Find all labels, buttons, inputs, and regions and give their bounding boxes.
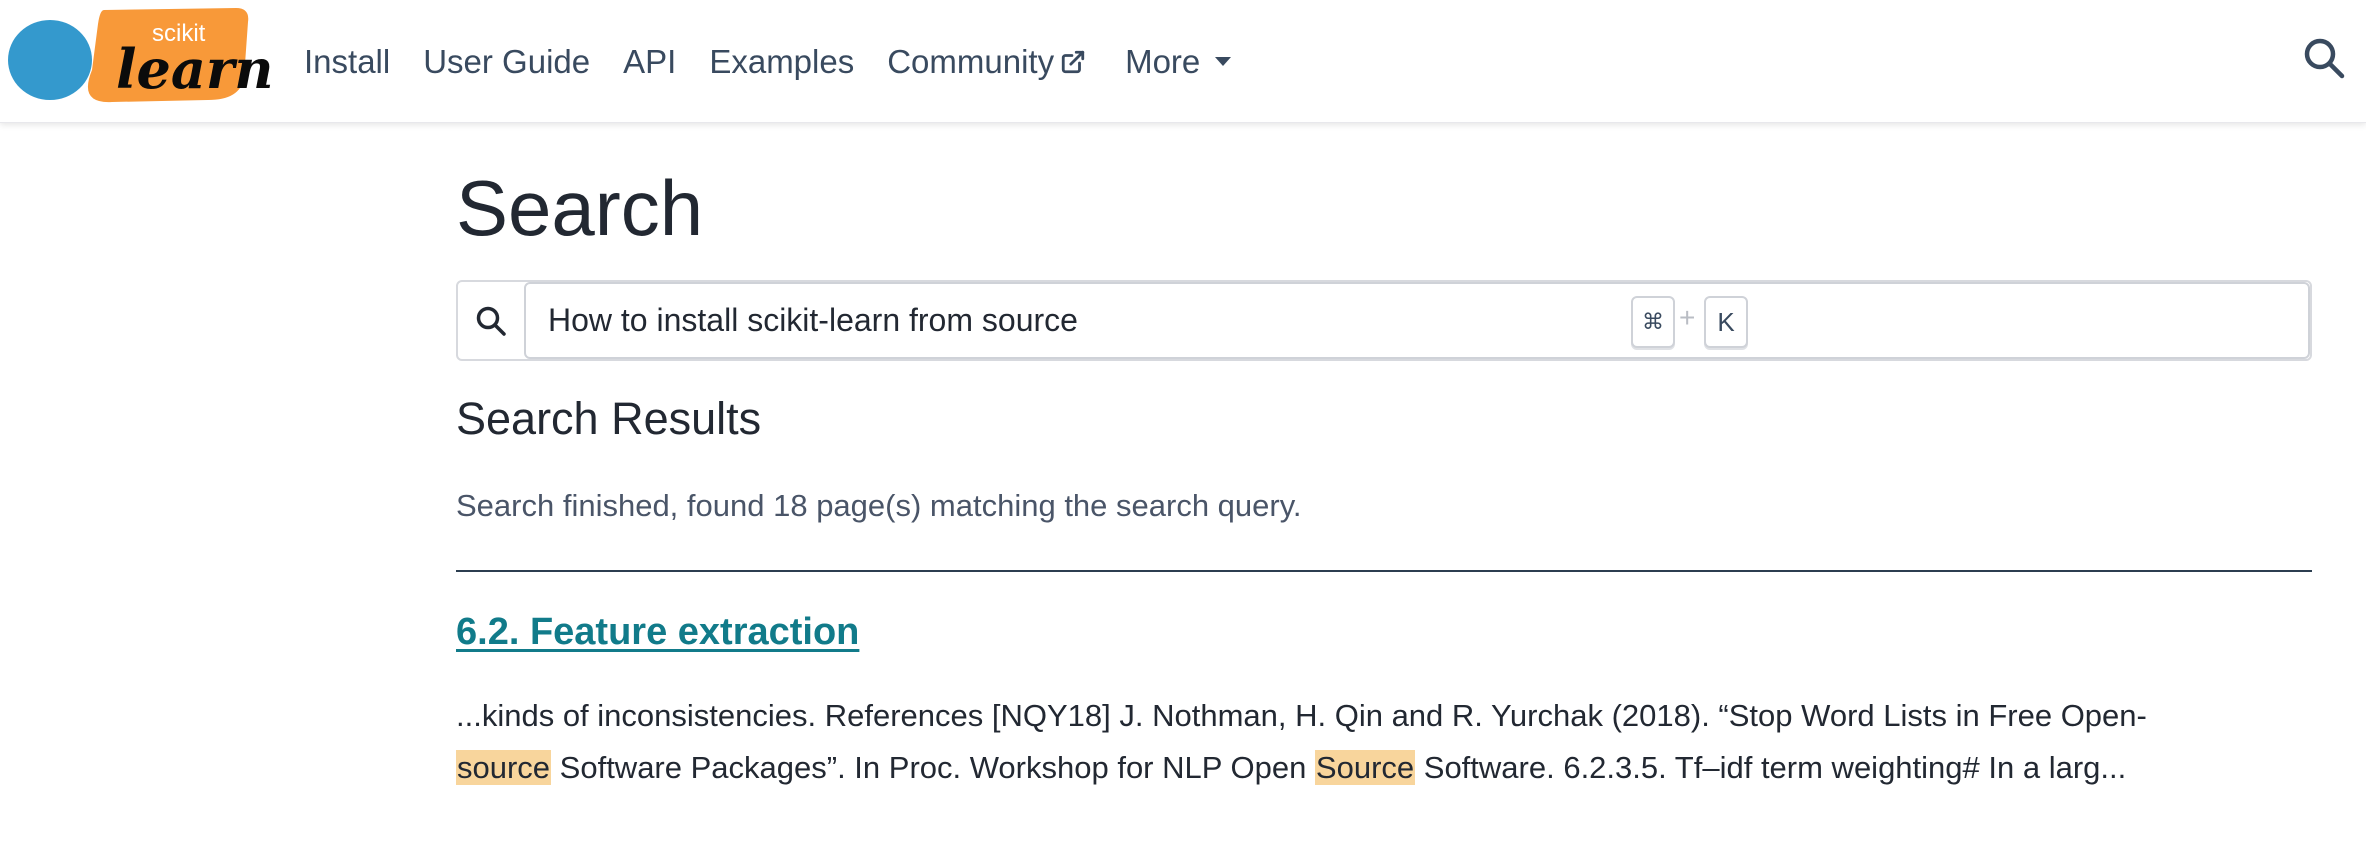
result-snippet: ...kinds of inconsistencies. References … xyxy=(456,690,2312,794)
nav-api[interactable]: API xyxy=(623,43,676,81)
snippet-text: Software Packages”. In Proc. Workshop fo… xyxy=(551,750,1315,785)
search-form: ⌘ + K xyxy=(456,280,2312,361)
snippet-highlight: Source xyxy=(1314,750,1416,785)
search-input[interactable] xyxy=(548,284,2148,357)
snippet-text: ...kinds of inconsistencies. References … xyxy=(456,698,2147,733)
nav-community-label: Community xyxy=(887,42,1055,80)
results-divider xyxy=(456,570,2312,572)
nav-more-dropdown[interactable]: More xyxy=(1125,43,1232,81)
search-icon[interactable] xyxy=(2302,36,2346,80)
scikit-learn-logo[interactable]: scikit learn xyxy=(8,8,272,104)
caret-down-icon xyxy=(1214,56,1232,68)
nav-more-label: More xyxy=(1125,42,1201,80)
result-title-link[interactable]: 6.2. Feature extraction xyxy=(456,611,859,653)
main-nav: Install User Guide API Examples Communit… xyxy=(304,0,1265,123)
search-status-text: Search finished, found 18 page(s) matchi… xyxy=(456,488,1302,523)
logo-graphic: scikit learn xyxy=(8,8,272,103)
logo-bottom-text: learn xyxy=(116,37,272,101)
search-results-heading: Search Results xyxy=(456,393,762,444)
nav-user-guide[interactable]: User Guide xyxy=(423,43,590,81)
page-title: Search xyxy=(456,164,704,252)
snippet-text: Software. 6.2.3.5. Tf–idf term weighting… xyxy=(1415,750,2127,785)
external-link-icon xyxy=(1060,49,1086,75)
nav-install[interactable]: Install xyxy=(304,43,390,81)
search-result-item: 6.2. Feature extraction ...kinds of inco… xyxy=(456,611,2312,785)
shortcut-cmd-key: ⌘ xyxy=(1631,296,1675,348)
snippet-highlight: source xyxy=(456,750,552,785)
top-navbar: scikit learn Install User Guide API Exam… xyxy=(0,0,2366,123)
search-field-icon xyxy=(458,282,524,359)
nav-community[interactable]: Community xyxy=(887,43,1086,81)
search-input-wrapper: ⌘ + K xyxy=(524,282,2310,359)
shortcut-plus: + xyxy=(1679,302,1696,333)
shortcut-k-key: K xyxy=(1704,296,1748,348)
nav-examples[interactable]: Examples xyxy=(709,43,854,81)
